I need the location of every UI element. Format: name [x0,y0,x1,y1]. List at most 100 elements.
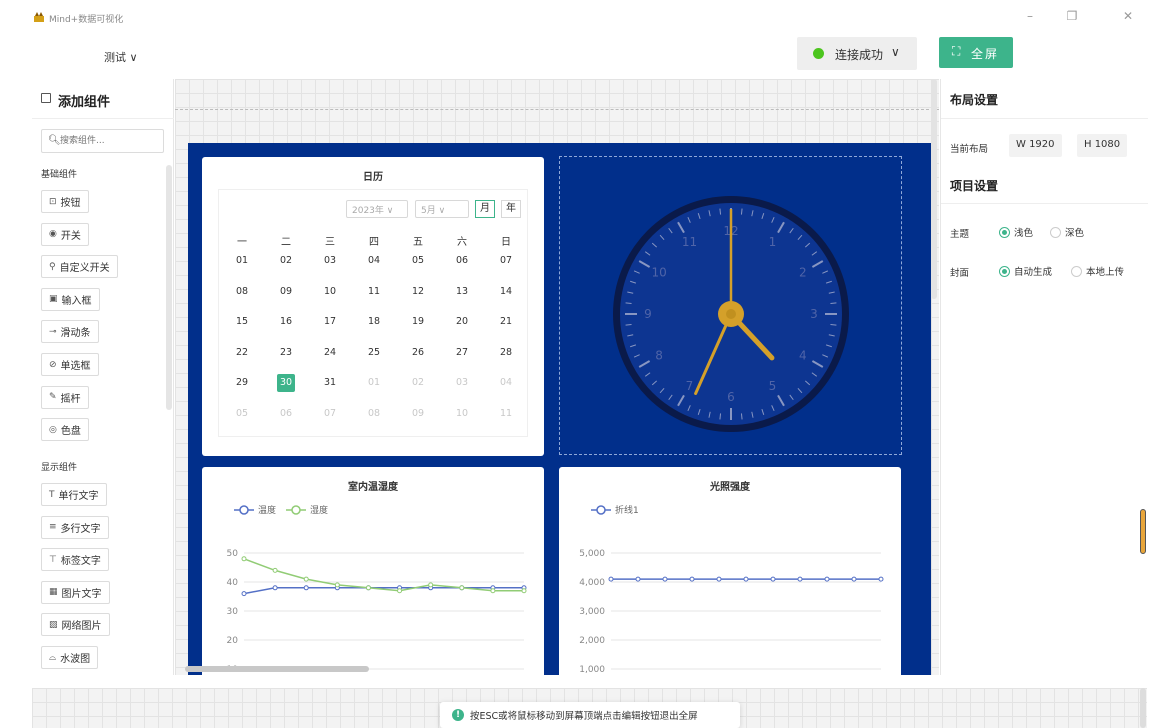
restore-button[interactable]: ❐ [1064,9,1080,23]
calendar-day[interactable]: 02 [409,374,427,392]
weekday-header: 三 [325,237,335,248]
cover-upload-radio[interactable]: 本地上传 [1071,264,1124,278]
theme-light-radio[interactable]: 浅色 [999,225,1033,239]
calendar-day[interactable]: 11 [365,283,383,301]
calendar-day[interactable]: 24 [321,344,339,362]
calendar-day[interactable]: 02 [277,252,295,270]
divider [941,203,1148,204]
sidebar-header: 添加组件 [32,79,174,119]
project-selector[interactable]: 测试 ∨ [104,49,138,65]
search-box[interactable]: 🔍︎ [41,129,164,153]
basic-component-label: 按钮 [60,198,81,209]
year-view-button[interactable]: 年 [501,200,521,218]
basic-component-button-3[interactable]: ▣ 输入框 [41,287,100,311]
calendar-day[interactable]: 28 [497,344,515,362]
year-select[interactable]: 2023年 ∨ [346,200,408,218]
connection-status-button[interactable]: 连接成功 ∨ [797,37,917,70]
layout-height-field[interactable]: H 1080 [1077,134,1128,157]
theme-label: 主题 [950,229,970,240]
calendar-day[interactable]: 05 [233,405,251,423]
basic-component-button-7[interactable]: ◎ 色盘 [41,418,89,442]
clock-tick [719,208,722,215]
calendar-day[interactable]: 20 [453,313,471,331]
calendar-day[interactable]: 31 [321,374,339,392]
calendar-day[interactable]: 09 [409,405,427,423]
display-component-button-2[interactable]: ⊤ 标签文字 [41,548,109,572]
calendar-day[interactable]: 27 [453,344,471,362]
calendar-day[interactable]: 10 [453,405,471,423]
calendar-day[interactable]: 19 [409,313,427,331]
display-component-button-5[interactable]: ⌓ 水波图 [41,646,99,669]
calendar-day[interactable]: 07 [321,405,339,423]
calendar-day[interactable]: 12 [409,283,427,301]
calendar-day[interactable]: 08 [365,405,383,423]
calendar-day[interactable]: 30 [277,374,295,392]
calendar-day[interactable]: 08 [233,283,251,301]
display-component-button-1[interactable]: ≡ 多行文字 [41,515,109,539]
calendar-day[interactable]: 11 [497,405,515,423]
calendar-day[interactable]: 06 [277,405,295,423]
calendar-day[interactable]: 05 [409,252,427,270]
calendar-day[interactable]: 09 [277,283,295,301]
calendar-day[interactable]: 04 [365,252,383,270]
calendar-day[interactable]: 23 [277,344,295,362]
display-component-button-4[interactable]: ▨ 网络图片 [41,613,110,637]
calendar-day[interactable]: 10 [321,283,339,301]
calendar-day[interactable]: 29 [233,374,251,392]
calendar-day[interactable]: 03 [453,374,471,392]
search-input[interactable] [60,133,160,149]
section-basic-title: 基础组件 [41,170,78,180]
light-chart-widget[interactable]: 光照强度 5,000 4,000 3,000 2,000 1,000 折线1 [559,467,901,675]
basic-component-button-0[interactable]: ⊡ 按钮 [41,190,89,213]
display-component-button-0[interactable]: T 单行文字 [41,483,107,506]
display-component-icon: ▦ [49,587,58,598]
calendar-day[interactable]: 26 [409,344,427,362]
basic-component-label: 滑动条 [60,328,91,340]
minimize-button[interactable]: – [1022,9,1038,23]
calendar-day[interactable]: 14 [497,283,515,301]
basic-component-button-6[interactable]: ✎ 摇杆 [41,385,89,409]
close-button[interactable]: ✕ [1120,9,1136,23]
canvas-horizontal-scrollbar[interactable] [185,666,369,672]
calendar-day[interactable]: 18 [365,313,383,331]
calendar-day[interactable]: 16 [277,313,295,331]
calendar-day[interactable]: 25 [365,344,383,362]
calendar-widget[interactable]: 日历 2023年 ∨ 5月 ∨ 月 年 一 二 三 四 五 六 日 01 02 03 04 05 06 0… [202,157,544,456]
basic-component-icon: ◎ [49,424,57,435]
calendar-day[interactable]: 01 [233,252,251,270]
calendar-day[interactable]: 06 [453,252,471,270]
month-select[interactable]: 5月 ∨ [415,200,469,218]
display-component-button-3[interactable]: ▦ 图片文字 [41,580,110,604]
layout-width-field[interactable]: W 1920 [1009,134,1062,157]
calendar-day[interactable]: 03 [321,252,339,270]
data-point [824,576,830,582]
clock-widget[interactable]: 121234567891011 [559,156,902,455]
month-view-button[interactable]: 月 [475,200,495,218]
cover-auto-radio[interactable]: 自动生成 [999,264,1052,278]
calendar-day[interactable]: 21 [497,313,515,331]
calendar-day[interactable]: 17 [321,313,339,331]
basic-component-button-2[interactable]: ⚲ 自定义开关 [41,255,118,279]
sidebar-scrollbar[interactable] [166,165,172,410]
basic-component-button-1[interactable]: ◉ 开关 [41,222,89,246]
calendar-day[interactable]: 15 [233,313,251,331]
basic-component-button-5[interactable]: ⊘ 单选框 [41,353,99,376]
calendar-day[interactable]: 01 [365,374,383,392]
basic-component-button-4[interactable]: ⊸ 滑动条 [41,320,99,344]
fullscreen-button[interactable]: ⛶ 全屏 [939,37,1013,68]
search-icon: 🔍︎ [48,135,61,146]
connection-status-icon [813,48,824,59]
theme-dark-radio[interactable]: 深色 [1050,225,1084,239]
canvas-vertical-scrollbar[interactable] [931,79,937,299]
data-point [743,576,749,582]
calendar-day[interactable]: 13 [453,283,471,301]
calendar-day[interactable]: 22 [233,344,251,362]
calendar-day[interactable]: 04 [497,374,515,392]
bottom-scrollbar[interactable] [1140,688,1146,728]
y-tick-label: 2,000 [579,636,605,646]
clock-number: 11 [682,235,697,249]
zoom-slider-handle[interactable] [1140,509,1146,554]
data-point [635,576,641,582]
calendar-day[interactable]: 07 [497,252,515,270]
humidity-chart-widget[interactable]: 室内温湿度 5040302010温度湿度 [202,467,544,675]
